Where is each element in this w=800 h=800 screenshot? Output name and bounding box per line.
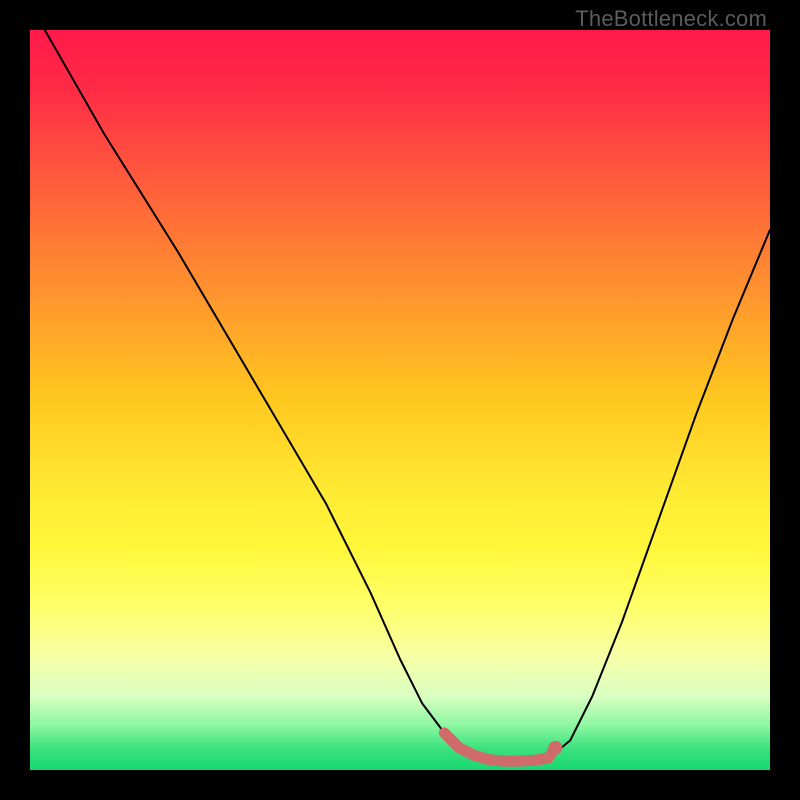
credit-text: TheBottleneck.com <box>575 6 767 32</box>
optimal-point-marker <box>548 741 562 755</box>
chart-stage: TheBottleneck.com <box>0 0 800 800</box>
optimal-range-highlight <box>444 733 555 761</box>
plot-area <box>30 30 770 770</box>
bottleneck-curve <box>45 30 770 761</box>
curve-layer <box>30 30 770 770</box>
